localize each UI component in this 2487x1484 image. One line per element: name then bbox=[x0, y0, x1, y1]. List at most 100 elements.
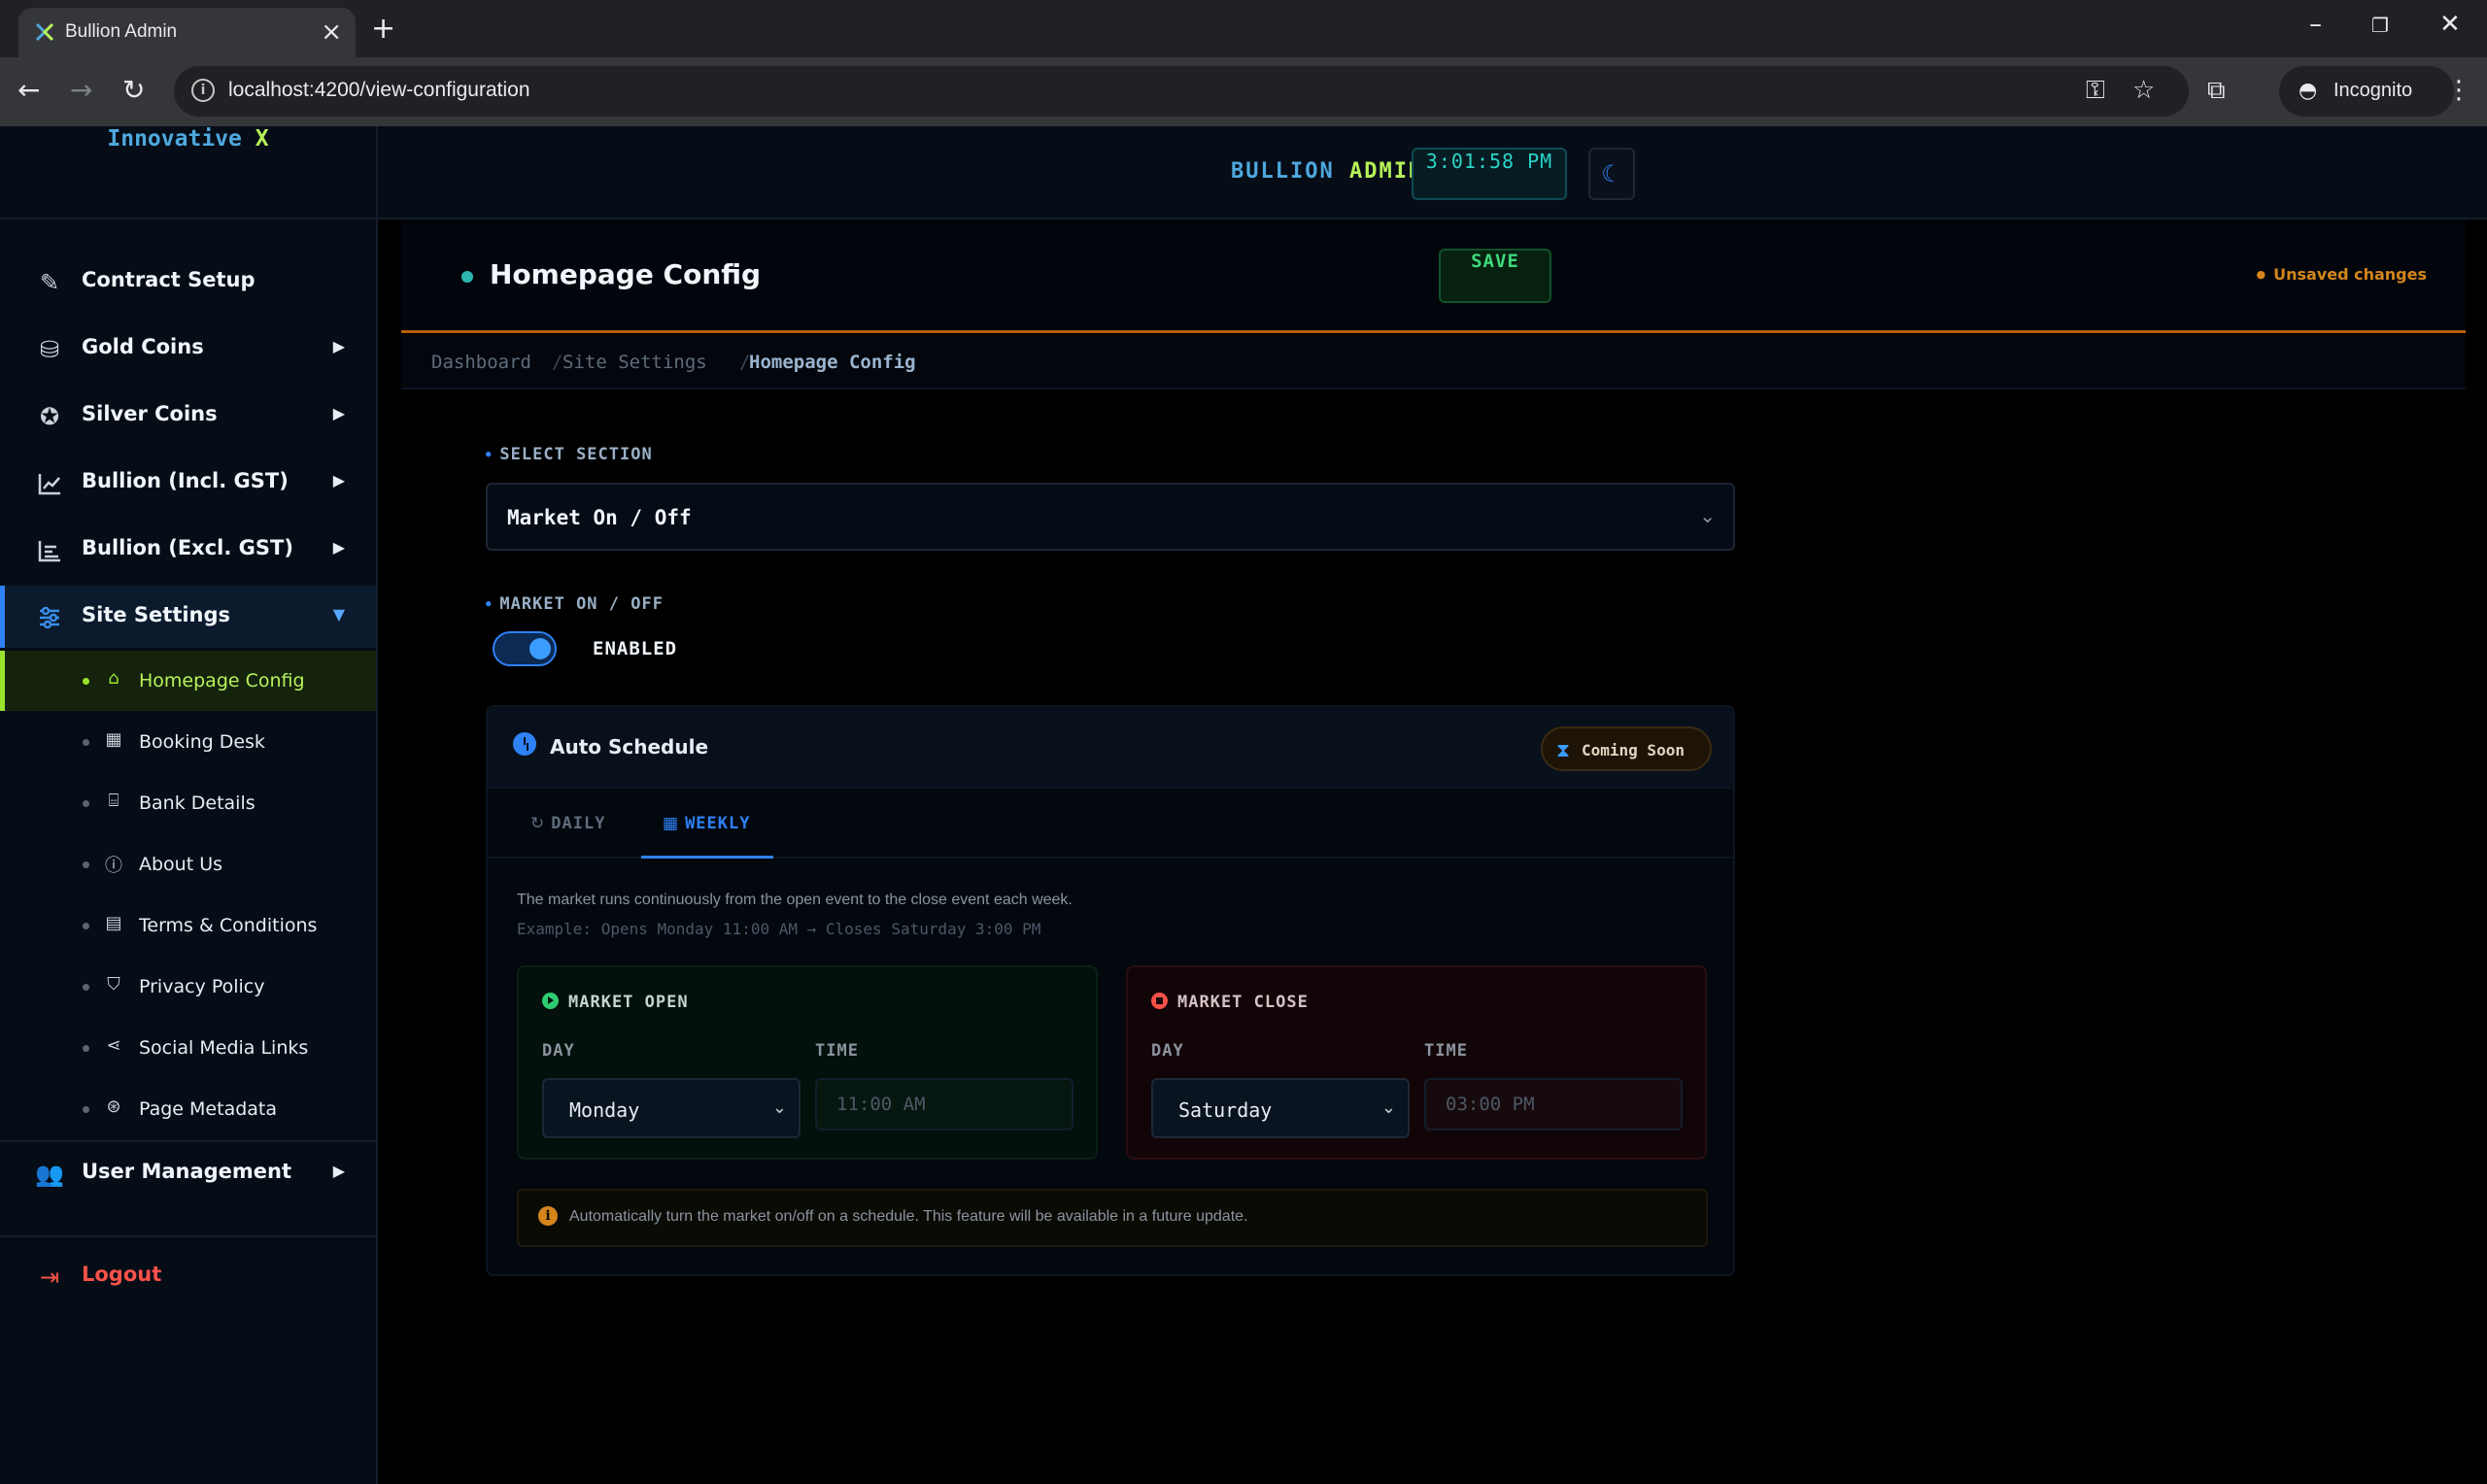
sidebar-subitem-social-media[interactable]: ⋖ Social Media Links bbox=[0, 1018, 376, 1078]
reload-icon[interactable]: ↻ bbox=[122, 74, 145, 106]
sidebar-subitem-label: About Us bbox=[139, 854, 223, 875]
close-time-input[interactable]: 03:00 PM bbox=[1424, 1078, 1683, 1130]
theme-toggle-button[interactable]: ☾ bbox=[1588, 148, 1635, 200]
brand-logo[interactable]: Innovative X bbox=[0, 126, 376, 219]
tab-weekly[interactable]: ▦ WEEKLY bbox=[641, 791, 773, 859]
bullet-dot bbox=[83, 678, 89, 685]
sidebar-item-site-settings[interactable]: Site Settings ▼ bbox=[0, 586, 376, 648]
toggle-knob bbox=[529, 638, 551, 659]
bullet-dot bbox=[83, 861, 89, 868]
auto-schedule-title: Auto Schedule bbox=[550, 735, 709, 759]
stop-circle-icon bbox=[1151, 993, 1168, 1009]
sidebar-item-bullion-excl-gst[interactable]: Bullion (Excl. GST) ▶ bbox=[0, 519, 376, 581]
close-day-select[interactable]: Saturday ⌄ bbox=[1151, 1078, 1410, 1138]
caret-right-icon: ▶ bbox=[332, 1162, 345, 1180]
restore-icon[interactable]: ❐ bbox=[2371, 14, 2389, 37]
browser-tab[interactable]: Bullion Admin × bbox=[18, 8, 356, 57]
share-icon: ⋖ bbox=[106, 1035, 121, 1056]
chevron-down-icon: ⌄ bbox=[1699, 504, 1716, 527]
logout-button[interactable]: ⇥ Logout bbox=[0, 1245, 376, 1307]
schedule-description: The market runs continuously from the op… bbox=[517, 892, 1073, 908]
market-close-title: MARKET CLOSE bbox=[1151, 993, 1309, 1012]
address-bar[interactable]: i localhost:4200/view-configuration ⚿ ☆ bbox=[174, 66, 2189, 117]
sidebar-item-silver-coins[interactable]: ✪ Silver Coins ▶ bbox=[0, 385, 376, 447]
sidebar-subitem-label: Booking Desk bbox=[139, 731, 265, 753]
sidebar-item-bullion-incl-gst[interactable]: Bullion (Incl. GST) ▶ bbox=[0, 452, 376, 514]
bullet-dot bbox=[83, 1045, 89, 1052]
sidebar-subitem-page-metadata[interactable]: ⊛ Page Metadata bbox=[0, 1079, 376, 1139]
save-button[interactable]: SAVE bbox=[1439, 249, 1551, 303]
close-time-label: TIME bbox=[1424, 1041, 1468, 1061]
clock-icon bbox=[513, 732, 536, 756]
tab-daily[interactable]: ↻ DAILY bbox=[530, 791, 628, 859]
sidebar-subitem-label: Terms & Conditions bbox=[139, 915, 318, 936]
sidebar-item-label: Contract Setup bbox=[82, 268, 256, 291]
forward-icon[interactable]: → bbox=[70, 74, 92, 106]
schedule-example: Example: Opens Monday 11:00 AM → Closes … bbox=[517, 920, 1041, 938]
sidebar-item-user-management[interactable]: 👥 User Management ▶ bbox=[0, 1142, 376, 1204]
breadcrumb-dashboard[interactable]: Dashboard bbox=[431, 352, 531, 373]
sidebar-subitem-homepage-config[interactable]: ⌂ Homepage Config bbox=[0, 651, 376, 711]
tab-close-icon[interactable]: × bbox=[321, 17, 342, 47]
window-close-icon[interactable]: ✕ bbox=[2439, 10, 2461, 39]
coins-icon: ⛁ bbox=[39, 336, 60, 363]
bookmark-star-icon[interactable]: ☆ bbox=[2132, 76, 2155, 105]
sidebar-subitem-bank-details[interactable]: ⌸ Bank Details bbox=[0, 773, 376, 833]
top-header: BULLION ADMIN 3:01:58 PM ☾ bbox=[378, 126, 2487, 219]
sidebar-subitem-booking-desk[interactable]: ▦ Booking Desk bbox=[0, 712, 376, 772]
back-icon[interactable]: ← bbox=[17, 74, 40, 106]
caret-right-icon: ▶ bbox=[332, 538, 345, 556]
open-time-input[interactable]: 11:00 AM bbox=[815, 1078, 1073, 1130]
market-close-title-text: MARKET CLOSE bbox=[1177, 993, 1309, 1012]
section-select-value: Market On / Off bbox=[507, 506, 692, 529]
app-favicon-icon bbox=[35, 22, 54, 42]
sidebar-subitem-label: Bank Details bbox=[139, 793, 256, 814]
bullet-dot bbox=[83, 1106, 89, 1113]
open-time-label: TIME bbox=[815, 1041, 859, 1061]
sidebar-item-contract-setup[interactable]: ✎ Contract Setup bbox=[0, 251, 376, 313]
sidebar-divider bbox=[0, 1235, 376, 1237]
auto-schedule-card: Auto Schedule ⧗ Coming Soon ↻ DAILY ▦ WEEK… bbox=[486, 705, 1735, 1276]
toggle-state-label: ENABLED bbox=[593, 638, 678, 659]
market-close-panel: MARKET CLOSE DAY TIME Saturday ⌄ 03:00 P… bbox=[1126, 965, 1707, 1160]
sidebar-item-gold-coins[interactable]: ⛁ Gold Coins ▶ bbox=[0, 318, 376, 380]
sidebar-subitem-about-us[interactable]: ⓘ About Us bbox=[0, 834, 376, 894]
tab-search-icon[interactable]: ⧉ bbox=[2207, 76, 2226, 106]
close-day-value: Saturday bbox=[1178, 1098, 1273, 1122]
chevron-down-icon: ⌄ bbox=[1380, 1097, 1396, 1118]
medal-icon: ✪ bbox=[39, 403, 60, 430]
sidebar-subitem-label: Homepage Config bbox=[139, 670, 305, 691]
password-key-icon[interactable]: ⚿ bbox=[2086, 76, 2105, 106]
breadcrumb-current: Homepage Config bbox=[749, 352, 916, 373]
open-day-select[interactable]: Monday ⌄ bbox=[542, 1078, 801, 1138]
shield-icon: ⛉ bbox=[107, 974, 120, 995]
url-text[interactable]: localhost:4200/view-configuration bbox=[228, 79, 530, 102]
browser-menu-icon[interactable]: ⋮ bbox=[2446, 76, 2471, 105]
chart-line-icon bbox=[38, 474, 60, 495]
main-content: Homepage Config SAVE Unsaved changes Das… bbox=[378, 219, 2487, 1484]
info-circle-icon: i bbox=[538, 1206, 558, 1226]
users-icon: 👥 bbox=[35, 1161, 64, 1188]
close-time-value: 03:00 PM bbox=[1446, 1094, 1535, 1115]
browser-toolbar: ← → ↻ i localhost:4200/view-configuratio… bbox=[0, 57, 2487, 126]
open-day-value: Monday bbox=[569, 1098, 640, 1122]
calendar-week-icon: ▦ bbox=[663, 814, 680, 833]
market-toggle-label: MARKET ON / OFF bbox=[486, 594, 664, 614]
market-open-title: MARKET OPEN bbox=[542, 993, 689, 1012]
breadcrumb: Dashboard / Site Settings / Homepage Con… bbox=[401, 335, 2466, 389]
breadcrumb-site-settings[interactable]: Site Settings bbox=[562, 352, 707, 373]
new-tab-icon[interactable]: + bbox=[371, 12, 395, 46]
sidebar-subitem-privacy-policy[interactable]: ⛉ Privacy Policy bbox=[0, 957, 376, 1017]
market-toggle-switch[interactable] bbox=[493, 631, 557, 666]
sidebar-subitem-terms[interactable]: ▤ Terms & Conditions bbox=[0, 895, 376, 956]
logout-label: Logout bbox=[82, 1263, 162, 1286]
tab-daily-label: DAILY bbox=[551, 814, 606, 833]
incognito-icon: ◓ bbox=[2299, 79, 2318, 103]
sliders-icon bbox=[40, 606, 59, 629]
section-select[interactable]: Market On / Off ⌄ bbox=[486, 483, 1735, 551]
open-time-value: 11:00 AM bbox=[836, 1094, 926, 1115]
breadcrumb-separator: / bbox=[552, 352, 563, 373]
site-info-icon[interactable]: i bbox=[191, 79, 215, 102]
minimize-icon[interactable]: – bbox=[2309, 10, 2322, 39]
incognito-indicator[interactable]: ◓ Incognito bbox=[2279, 66, 2454, 117]
